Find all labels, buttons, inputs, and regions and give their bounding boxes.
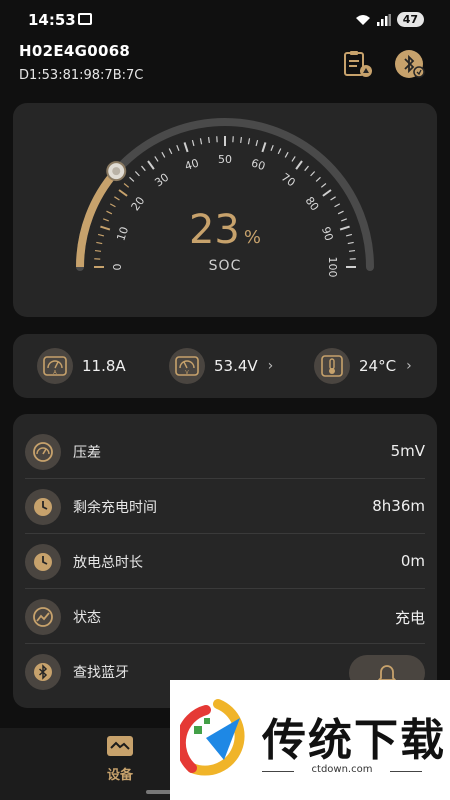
gauge-tick [284, 151, 289, 158]
soc-value: 23% [13, 207, 437, 253]
chevron-right-icon: › [267, 358, 274, 374]
gauge-tick [330, 196, 336, 201]
list-item-value: 8h36m [372, 497, 425, 515]
device-mac: D1:53:81:98:7B:7C [19, 68, 144, 83]
gauge-tick [168, 148, 173, 155]
list-item-label: 剩余充电时间 [73, 500, 157, 516]
gauge-tick [310, 171, 316, 177]
gauge-tick [129, 176, 135, 182]
gauge-tick [123, 183, 130, 188]
metric-current: A 11.8A [37, 348, 126, 384]
gauge-tick [191, 139, 195, 147]
gauge-tick-label: 30 [152, 171, 171, 190]
metric-current-value: 11.8A [82, 357, 126, 375]
metric-temperature-value: 24°C [359, 357, 397, 375]
soc-gauge-card: 0 10 20 30 40 50 60 70 80 90 100 23% SOC [13, 103, 437, 317]
svg-text:V: V [185, 370, 189, 376]
device-id: H02E4G0068 [19, 42, 131, 60]
list-item-label: 状态 [73, 610, 101, 626]
gauge-tick [304, 165, 309, 172]
gauge-icon [25, 434, 61, 470]
chevron-right-icon: › [406, 358, 412, 374]
watermark-brand: 传统下载 [262, 715, 446, 766]
list-item-label: 查找蓝牙 [73, 665, 129, 681]
gauge-tick [207, 136, 210, 144]
list-item-label: 放电总时长 [73, 555, 143, 571]
watermark-overlay: 传统下载 ctdown.com [170, 680, 450, 800]
soc-label: SOC [208, 258, 242, 274]
bluetooth-icon [25, 654, 61, 690]
gauge-tick [270, 144, 274, 151]
gauge-tick [315, 176, 321, 182]
list-item-pressure-diff: 压差 5mV [13, 424, 437, 479]
gauge-tick [199, 138, 203, 145]
gauge-tick [154, 156, 159, 162]
gauge-tick-label: 60 [250, 156, 267, 173]
gauge-tick-label: 40 [183, 156, 200, 173]
clock-icon [25, 489, 61, 525]
svg-text:A: A [53, 370, 57, 376]
list-item-remaining-charge-time: 剩余充电时间 8h36m [13, 479, 437, 534]
gauge-tick-label: 50 [218, 153, 232, 166]
thermometer-icon [314, 348, 350, 384]
gauge-tick [277, 148, 282, 155]
voltmeter-icon: V [169, 348, 205, 384]
clock-icon [25, 544, 61, 580]
list-item-value: 0m [400, 552, 425, 570]
gauge-tick [176, 144, 180, 151]
gauge-tick [240, 136, 243, 144]
gauge-tick [261, 142, 267, 153]
gauge-tick [247, 138, 251, 145]
gauge-tick [183, 142, 189, 153]
screen-cast-icon [78, 13, 92, 25]
gauge-tick [322, 189, 332, 197]
list-item-value: 充电 [394, 609, 425, 627]
soc-number: 23 [188, 207, 240, 253]
nav-tab-device-label: 设备 [106, 768, 133, 783]
device-icon [107, 736, 133, 756]
gauge-tick-label: 70 [279, 171, 298, 190]
list-item-status: 状态 充电 [13, 589, 437, 644]
signal-icon [376, 13, 391, 26]
gauge-tick [114, 196, 120, 201]
list-item-label: 压差 [73, 445, 101, 461]
info-list-card: 压差 5mV 剩余充电时间 8h36m 放电总时长 0m 状态 充电 查找蓝牙 [13, 414, 437, 708]
gauge-tick [161, 151, 166, 158]
status-right: 47 [355, 12, 424, 27]
watermark-url: ctdown.com [311, 764, 373, 775]
gauge-tick [295, 160, 303, 170]
status-bar: 14:53 47 [0, 0, 450, 40]
list-item-value: 5mV [390, 442, 425, 460]
wifi-icon [355, 14, 370, 25]
soc-unit: % [243, 227, 261, 248]
divider [390, 771, 422, 772]
metrics-card: A 11.8A V 53.4V › 24°C › [13, 334, 437, 398]
gauge-knob-center [112, 167, 121, 176]
gauge-tick [291, 156, 296, 162]
report-clipboard-icon[interactable] [343, 50, 373, 78]
gauge-tick [147, 160, 155, 170]
list-item-total-discharge-time: 放电总时长 0m [13, 534, 437, 589]
status-time: 14:53 [28, 11, 76, 29]
watermark-logo-icon [180, 699, 245, 776]
battery-indicator: 47 [396, 12, 424, 27]
bluetooth-icon[interactable] [394, 49, 426, 79]
metric-temperature[interactable]: 24°C › [314, 348, 412, 384]
ammeter-icon: A [37, 348, 73, 384]
metric-voltage-value: 53.4V [214, 357, 258, 375]
gauge-tick [134, 171, 140, 177]
gauge-tick [118, 189, 128, 197]
nav-tab-device[interactable]: 设备 [98, 734, 142, 783]
gauge-tick [320, 183, 327, 188]
gauge-tick [141, 165, 146, 172]
gauge-tick [255, 139, 259, 147]
metric-voltage[interactable]: V 53.4V › [169, 348, 273, 384]
trend-icon [25, 599, 61, 635]
